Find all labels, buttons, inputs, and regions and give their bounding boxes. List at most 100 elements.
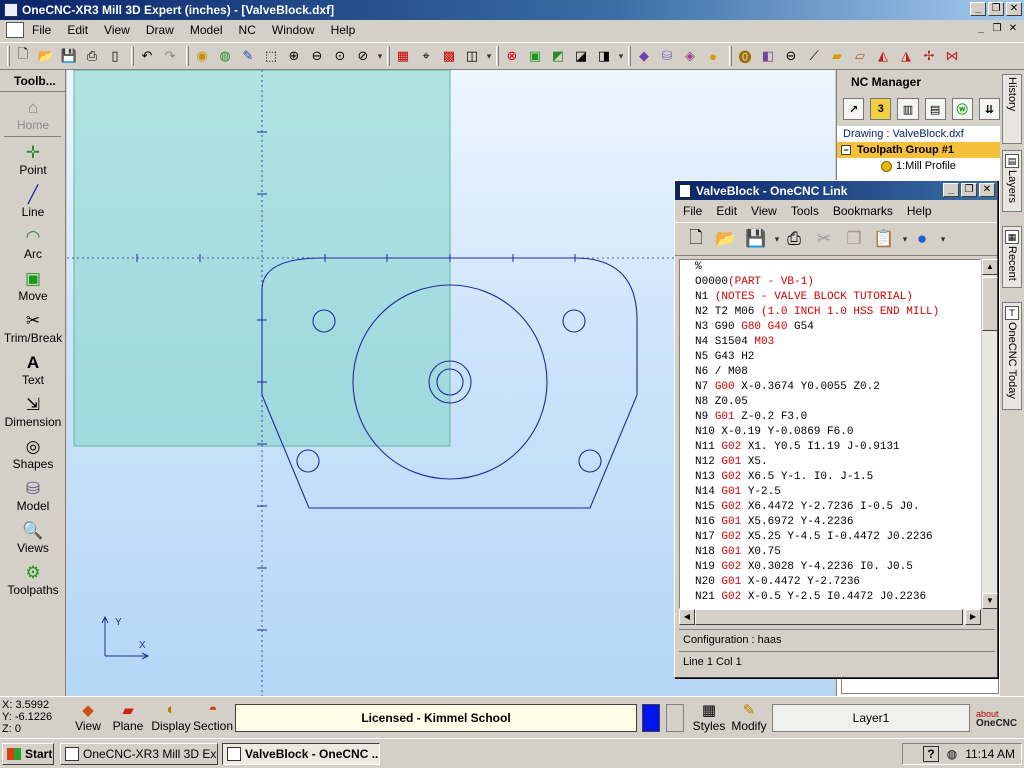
redo-icon[interactable]: ↷	[160, 46, 180, 66]
section-plane-icon[interactable]: ⊖	[781, 46, 801, 66]
tab-onecnc-today[interactable]: T OneCNC Today	[1002, 302, 1022, 410]
new-file-icon[interactable]: 🗋	[683, 226, 709, 252]
save-icon[interactable]: 💾	[743, 226, 769, 252]
solid-icon[interactable]: ◈	[680, 46, 700, 66]
nc-export-icon[interactable]: ↗	[843, 98, 865, 120]
zoom-window-icon[interactable]: ⬚	[261, 46, 281, 66]
nc-3d-icon[interactable]: 3	[870, 98, 892, 120]
taskbar-item-onecnc[interactable]: OneCNC-XR3 Mill 3D Exp...	[60, 742, 218, 765]
styles-button[interactable]: ▦ Styles	[688, 701, 730, 733]
view-button[interactable]: ◆ View	[67, 701, 109, 733]
cube-icon[interactable]: ◧	[758, 46, 778, 66]
tab-layers[interactable]: ▤ Layers	[1002, 150, 1022, 212]
layers-icon[interactable]: ▩	[439, 46, 459, 66]
toolbox-trim-break[interactable]: ✂ Trim/Break	[0, 305, 66, 347]
scroll-right-button[interactable]: ▶	[965, 609, 981, 625]
stack-icon[interactable]: ◫	[462, 46, 482, 66]
plane-button[interactable]: ▰ Plane	[107, 701, 149, 733]
nc-operation-item[interactable]: 1:Mill Profile	[837, 158, 1000, 174]
toolbox-move[interactable]: ▣ Move	[0, 263, 66, 305]
eraser-icon[interactable]: ▰	[827, 46, 847, 66]
scroll-up-button[interactable]: ▲	[982, 259, 998, 275]
nc-toolpath-icon[interactable]: ⓦ	[951, 98, 973, 120]
section-button[interactable]: ◓ Section	[192, 701, 234, 733]
axis-icon[interactable]: ⟋	[804, 46, 824, 66]
scroll-left-button[interactable]: ◀	[679, 609, 695, 625]
horizontal-scrollbar[interactable]: ◀ ▶	[679, 609, 981, 625]
toolbar-overflow-icon[interactable]: ▾	[939, 228, 947, 250]
toolbox-model[interactable]: ⛁ Model	[0, 473, 66, 515]
point-snap-icon[interactable]: ⓿	[735, 46, 755, 66]
menu-view[interactable]: View	[104, 23, 130, 37]
link-menu-file[interactable]: File	[683, 204, 702, 218]
vertical-scrollbar[interactable]: ▲ ▼	[981, 259, 998, 609]
toolbar-more-icon[interactable]: ⋈	[942, 46, 962, 66]
copy-icon[interactable]: ❐	[841, 226, 867, 252]
link-menu-edit[interactable]: Edit	[716, 204, 737, 218]
onecnc-logo[interactable]: about OneCNC	[976, 709, 1017, 729]
mdi-close-button[interactable]: ✕	[1006, 23, 1020, 36]
toolbox-views[interactable]: 🔍 Views	[0, 515, 66, 557]
select-icon[interactable]: ◩	[548, 46, 568, 66]
toolbox-toolpaths[interactable]: ⚙ Toolpaths	[0, 557, 66, 599]
tab-recent[interactable]: ▦ Recent	[1002, 226, 1022, 288]
rotate-icon[interactable]: ◍	[215, 46, 235, 66]
taskbar-item-valveblock[interactable]: ValveBlock - OneCNC ...	[222, 742, 380, 765]
toolbar-overflow-icon[interactable]: ▾	[485, 45, 493, 67]
toolbox-home[interactable]: ⌂ Home	[0, 92, 66, 134]
menu-nc[interactable]: NC	[239, 23, 256, 37]
nc-post-icon[interactable]: ⇊	[978, 98, 1001, 120]
print-icon[interactable]: ⎙	[781, 226, 807, 252]
menu-window[interactable]: Window	[272, 23, 315, 37]
menu-draw[interactable]: Draw	[146, 23, 174, 37]
cut-icon[interactable]: ✂	[811, 226, 837, 252]
globe-icon[interactable]: ●	[909, 226, 935, 252]
minimize-button[interactable]: _	[970, 2, 986, 16]
start-button[interactable]: Start	[2, 742, 54, 765]
scroll-thumb[interactable]	[982, 277, 998, 331]
layer-selector[interactable]: Layer1	[772, 704, 970, 732]
paste-icon[interactable]: 📋	[871, 226, 897, 252]
display-button[interactable]: ◐ Display	[150, 701, 192, 733]
window-select-icon[interactable]: ◨	[594, 46, 614, 66]
hatch-icon[interactable]: ▱	[850, 46, 870, 66]
menu-file[interactable]: File	[32, 23, 51, 37]
zoom-fit-icon[interactable]: ⊙	[330, 46, 350, 66]
link-close-button[interactable]: ✕	[979, 183, 995, 197]
nc-ruler-icon[interactable]: ▥	[897, 98, 919, 120]
menu-help[interactable]: Help	[331, 23, 356, 37]
zoom-out-icon[interactable]: ⊖	[307, 46, 327, 66]
toolbar-overflow-icon[interactable]: ▾	[773, 228, 781, 250]
pencil-icon[interactable]: ✎	[238, 46, 258, 66]
toolbox-shapes[interactable]: ◎ Shapes	[0, 431, 66, 473]
link-menu-bookmarks[interactable]: Bookmarks	[833, 204, 893, 218]
fill-icon[interactable]: ◭	[873, 46, 893, 66]
modify-button[interactable]: ✎ Modify	[728, 701, 770, 733]
cylinder-icon[interactable]: ⛁	[657, 46, 677, 66]
toolbar-grip[interactable]	[7, 46, 10, 66]
help-icon[interactable]: ?	[923, 746, 939, 762]
open-folder-icon[interactable]: 📂	[36, 46, 56, 66]
mdi-minimize-button[interactable]: _	[974, 23, 988, 36]
sphere-icon[interactable]: ●	[703, 46, 723, 66]
nc-list-icon[interactable]: ▤	[924, 98, 946, 120]
menu-model[interactable]: Model	[190, 23, 223, 37]
erase-icon[interactable]: ◮	[896, 46, 916, 66]
collapse-icon[interactable]: −	[841, 145, 851, 155]
toolbox-point[interactable]: ✛ Point	[0, 137, 66, 179]
nc-toolpath-group[interactable]: − Toolpath Group #1	[837, 142, 1000, 158]
scroll-down-button[interactable]: ▼	[982, 593, 998, 609]
grid-icon[interactable]: ▦	[393, 46, 413, 66]
toolbar-overflow-icon[interactable]: ▾	[901, 228, 909, 250]
new-file-icon[interactable]: 🗋	[13, 46, 33, 66]
link-menu-help[interactable]: Help	[907, 204, 932, 218]
print-preview-icon[interactable]: ▯	[105, 46, 125, 66]
print-icon[interactable]: ⎙	[82, 46, 102, 66]
horizontal-scroll-thumb[interactable]	[695, 609, 963, 625]
color-swatch[interactable]	[642, 704, 660, 732]
link-menu-tools[interactable]: Tools	[791, 204, 819, 218]
network-icon[interactable]: ◍	[947, 747, 957, 761]
link-maximize-button[interactable]: ❐	[961, 183, 977, 197]
toolbar-overflow-icon[interactable]: ▾	[617, 45, 625, 67]
link-minimize-button[interactable]: _	[943, 183, 959, 197]
